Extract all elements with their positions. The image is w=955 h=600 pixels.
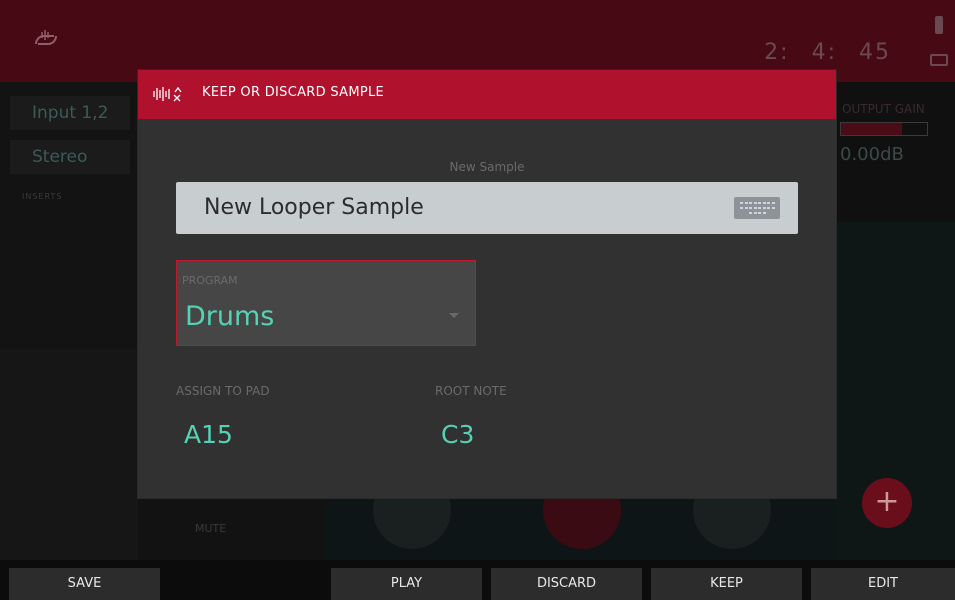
keyboard-key <box>749 202 752 204</box>
keyboard-key <box>758 202 761 204</box>
keyboard-key <box>749 212 752 214</box>
keyboard-key <box>753 207 757 209</box>
keyboard-key <box>771 207 775 209</box>
battery-icon <box>935 16 943 34</box>
counter-bars: 2: <box>764 40 790 65</box>
position-counter: 2: 4: 45 <box>742 40 891 65</box>
keyboard-key <box>753 212 757 214</box>
input-panel: Input 1,2 Stereo INSERTS <box>0 82 138 560</box>
sample-name-field[interactable]: New Looper Sample <box>176 182 798 234</box>
inserts-label: INSERTS <box>22 192 63 201</box>
program-value: Drums <box>185 301 275 332</box>
new-sample-label: New Sample <box>449 160 525 174</box>
assign-to-pad-value[interactable]: A15 <box>184 420 233 449</box>
keyboard-key <box>758 207 761 209</box>
counter-beats: 4: <box>811 40 837 65</box>
output-gain-label: OUTPUT GAIN <box>842 102 925 116</box>
sample-name-value: New Looper Sample <box>204 195 424 220</box>
lower-left-area <box>0 350 138 560</box>
keyboard-key <box>749 207 752 209</box>
chevron-down-icon <box>449 313 459 318</box>
function-bar: SAVE PLAY DISCARD KEEP EDIT <box>0 560 955 600</box>
keyboard-icon[interactable] <box>734 197 780 219</box>
keep-button[interactable]: KEEP <box>651 568 802 600</box>
discard-button[interactable]: DISCARD <box>491 568 642 600</box>
keyboard-key <box>762 207 766 209</box>
counter-ticks: 45 <box>859 40 891 65</box>
looper-icon <box>28 26 64 54</box>
dialog-header: KEEP OR DISCARD SAMPLE <box>138 70 836 119</box>
dialog-title: KEEP OR DISCARD SAMPLE <box>202 85 385 100</box>
mode-selector[interactable]: Stereo <box>10 140 130 174</box>
keyboard-key <box>744 207 748 209</box>
keyboard-key <box>762 202 766 204</box>
keep-or-discard-dialog: KEEP OR DISCARD SAMPLE New Sample New Lo… <box>138 70 836 498</box>
program-label: PROGRAM <box>182 274 238 287</box>
output-gain-meter <box>840 122 928 136</box>
keyboard-key <box>740 207 743 209</box>
keyboard-key <box>762 212 766 214</box>
save-button[interactable]: SAVE <box>9 568 160 600</box>
output-gain-value[interactable]: 0.00dB <box>840 144 904 165</box>
add-button[interactable]: + <box>862 478 912 528</box>
keyboard-key <box>758 212 761 214</box>
play-button[interactable]: PLAY <box>331 568 482 600</box>
keyboard-key <box>744 202 748 204</box>
assign-to-pad-label: ASSIGN TO PAD <box>176 384 270 398</box>
mute-label: MUTE <box>195 522 227 535</box>
root-note-value[interactable]: C3 <box>441 420 474 449</box>
sample-waveform-icon <box>152 85 186 103</box>
keyboard-key <box>771 202 775 204</box>
edit-button[interactable]: EDIT <box>811 568 955 600</box>
root-note-label: ROOT NOTE <box>435 384 507 398</box>
display-icon <box>930 54 948 66</box>
keyboard-key <box>767 207 770 209</box>
keyboard-key <box>767 202 770 204</box>
program-selector[interactable]: PROGRAM Drums <box>176 260 476 346</box>
keyboard-key <box>753 202 757 204</box>
keyboard-key <box>740 202 743 204</box>
input-selector[interactable]: Input 1,2 <box>10 96 130 130</box>
function-button-2-empty <box>170 568 321 600</box>
